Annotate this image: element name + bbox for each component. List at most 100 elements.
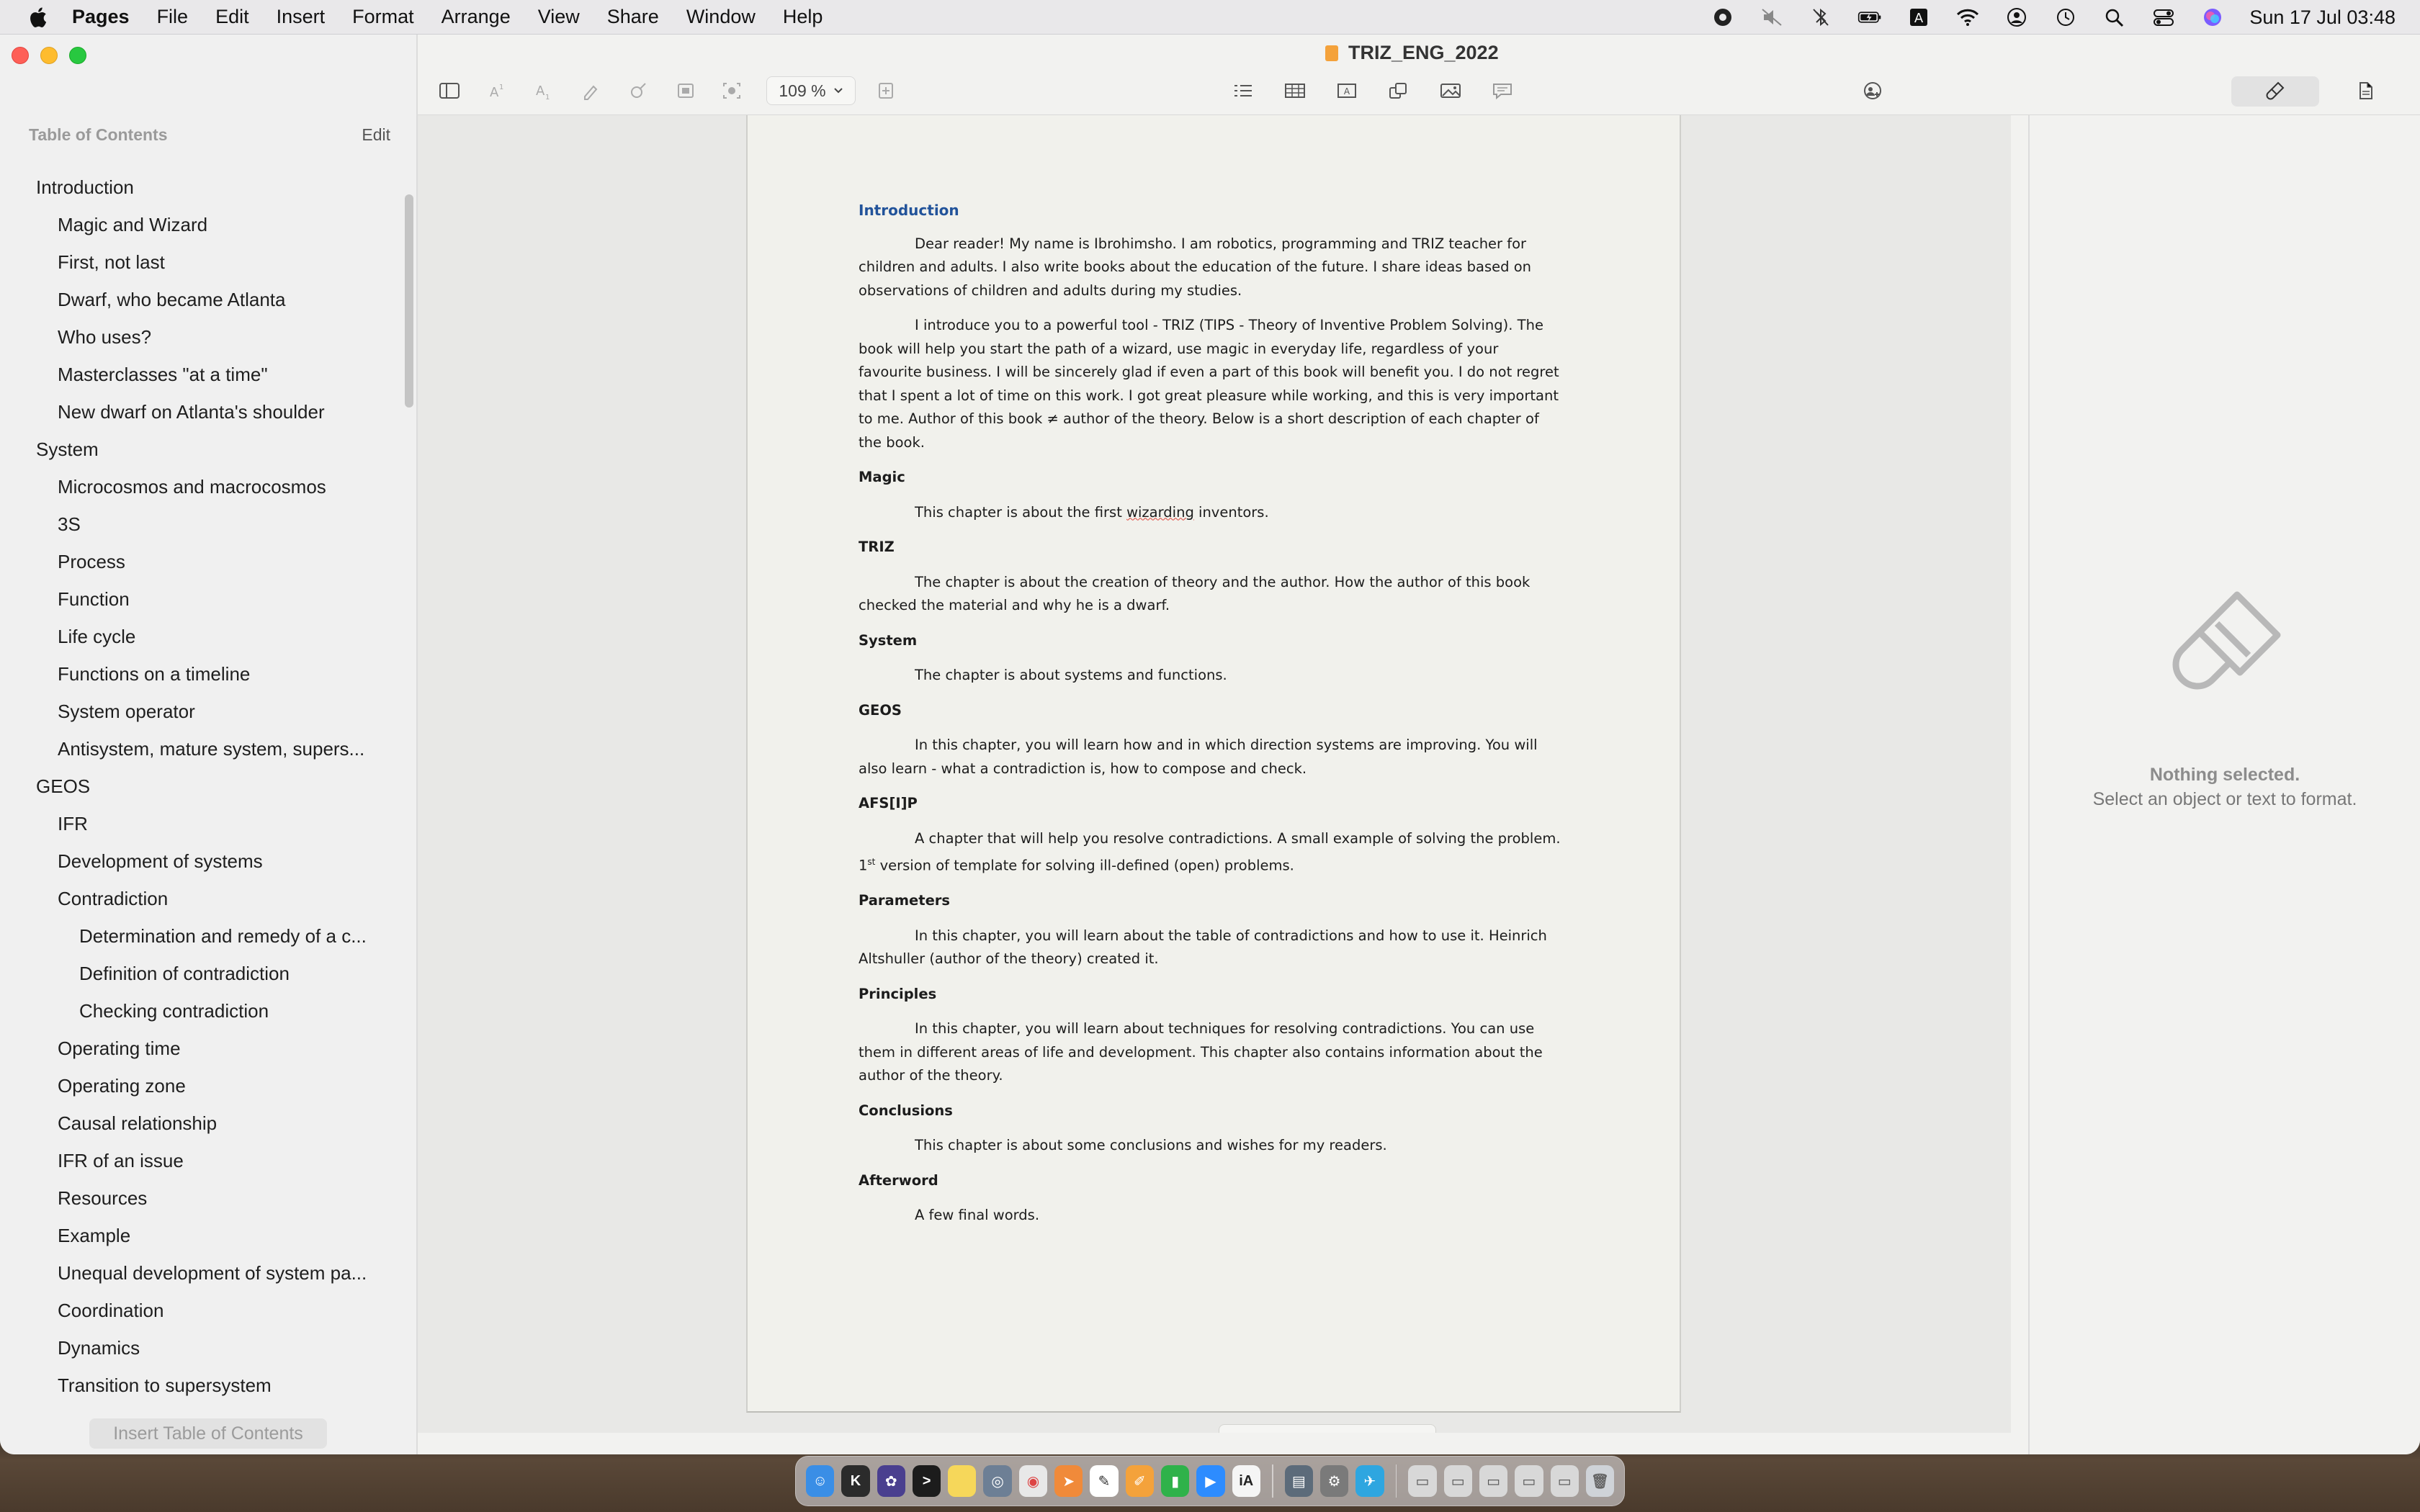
toc-item[interactable]: Transition to supersystem <box>0 1367 403 1404</box>
format-inspector-button[interactable] <box>2231 76 2319 107</box>
recent-document-icon[interactable]: ▭ <box>1550 1465 1579 1497</box>
recent-document-icon[interactable]: ▭ <box>1408 1465 1437 1497</box>
toc-item[interactable]: Microcosmos and macrocosmos <box>0 468 403 505</box>
notes-icon[interactable] <box>948 1465 977 1497</box>
wifi-icon[interactable] <box>1955 6 1980 28</box>
toc-item[interactable]: Dwarf, who became Atlanta <box>0 281 403 318</box>
section-text-afterword[interactable]: A few final words. <box>859 1204 1564 1228</box>
toc-item[interactable]: Example <box>0 1217 403 1254</box>
control-center-icon[interactable] <box>2151 6 2176 28</box>
section-heading-triz[interactable]: TRIZ <box>859 536 1564 559</box>
insert-text-box-icon[interactable]: A <box>1332 79 1361 102</box>
toc-item[interactable]: Resources <box>0 1179 403 1217</box>
toc-edit-button[interactable]: Edit <box>362 125 390 145</box>
apple-menu-icon[interactable] <box>27 6 48 29</box>
finder-icon[interactable]: ☺ <box>806 1465 835 1497</box>
toc-item[interactable]: Dynamics <box>0 1329 403 1367</box>
insert-list-icon[interactable] <box>1229 79 1258 102</box>
toc-item[interactable]: Functions on a timeline <box>0 655 403 693</box>
insert-media-icon[interactable] <box>1436 79 1465 102</box>
numbers-icon[interactable]: ▮ <box>1160 1465 1190 1497</box>
menu-window[interactable]: Window <box>686 6 756 28</box>
section-heading-conclusions[interactable]: Conclusions <box>859 1099 1564 1123</box>
bluetooth-off-icon[interactable] <box>1809 6 1833 28</box>
pen-icon[interactable] <box>624 79 653 102</box>
recent-document-icon[interactable]: ▭ <box>1443 1465 1472 1497</box>
section-text-parameters[interactable]: In this chapter, you will learn about th… <box>859 924 1564 971</box>
menu-help[interactable]: Help <box>783 6 823 28</box>
toc-item[interactable]: Masterclasses "at a time" <box>0 356 403 393</box>
zoom-app-icon[interactable]: ▶ <box>1196 1465 1225 1497</box>
superscript-icon[interactable]: A1 <box>483 79 511 102</box>
trash-icon[interactable]: 🗑 <box>1585 1465 1615 1497</box>
pages-app-icon[interactable]: ✐ <box>1125 1465 1154 1497</box>
highlight-icon[interactable] <box>576 79 605 102</box>
view-sidebar-icon[interactable] <box>435 79 464 102</box>
toc-item[interactable]: Who uses? <box>0 318 403 356</box>
section-heading-system[interactable]: System <box>859 629 1564 653</box>
menu-edit[interactable]: Edit <box>215 6 249 28</box>
intro-heading[interactable]: Introduction <box>859 199 1564 222</box>
section-text-magic[interactable]: This chapter is about the first wizardin… <box>859 501 1564 525</box>
toc-item[interactable]: Operating zone <box>0 1067 403 1104</box>
toc-item[interactable]: System operator <box>0 693 403 730</box>
terminal-icon[interactable]: > <box>912 1465 941 1497</box>
menu-clock[interactable]: Sun 17 Jul 03:48 <box>2249 6 2396 29</box>
toc-item[interactable]: Life cycle <box>0 618 403 655</box>
telegram-icon[interactable]: ✈ <box>1355 1465 1384 1497</box>
document-page[interactable]: Introduction Dear reader! My name is Ibr… <box>746 115 1681 1413</box>
section-text-afsip[interactable]: A chapter that will help you resolve con… <box>859 827 1564 878</box>
menu-view[interactable]: View <box>538 6 580 28</box>
insert-comment-icon[interactable] <box>1488 79 1517 102</box>
collaborate-icon[interactable] <box>1858 79 1887 102</box>
fit-icon[interactable] <box>717 79 746 102</box>
textedit-icon[interactable]: ✎ <box>1090 1465 1119 1497</box>
menu-format[interactable]: Format <box>352 6 414 28</box>
toc-item[interactable]: IFR <box>0 805 403 842</box>
section-text-system[interactable]: The chapter is about systems and functio… <box>859 664 1564 688</box>
toc-item[interactable]: First, not last <box>0 243 403 281</box>
minimize-window-button[interactable] <box>40 47 58 64</box>
toc-item[interactable]: Coordination <box>0 1292 403 1329</box>
section-heading-geos[interactable]: GEOS <box>859 699 1564 723</box>
section-heading-parameters[interactable]: Parameters <box>859 889 1564 913</box>
section-text-conclusions[interactable]: This chapter is about some conclusions a… <box>859 1134 1564 1158</box>
toc-item[interactable]: Process <box>0 543 403 580</box>
recent-document-icon[interactable]: ▭ <box>1479 1465 1508 1497</box>
document-canvas[interactable]: Introduction Dear reader! My name is Ibr… <box>418 115 2011 1433</box>
toc-item[interactable]: Introduction <box>0 168 403 206</box>
toc-item[interactable]: Determination and remedy of a c... <box>0 917 403 955</box>
spotlight-search-icon[interactable] <box>2102 6 2127 28</box>
toc-item[interactable]: 3S <box>0 505 403 543</box>
toc-item[interactable]: Antisystem, mature system, supers... <box>0 730 403 768</box>
toc-item[interactable]: New dwarf on Atlanta's shoulder <box>0 393 403 431</box>
section-text-principles[interactable]: In this chapter, you will learn about te… <box>859 1017 1564 1088</box>
toc-item[interactable]: Checking contradiction <box>0 992 403 1030</box>
image-app-icon[interactable]: ✿ <box>877 1465 905 1497</box>
toc-item[interactable]: IFR of an issue <box>0 1142 403 1179</box>
swift-icon[interactable]: ➤ <box>1054 1465 1083 1497</box>
preview-icon[interactable]: ◎ <box>983 1465 1012 1497</box>
toc-item[interactable]: Function <box>0 580 403 618</box>
document-inspector-icon[interactable] <box>2351 79 2380 102</box>
insert-table-icon[interactable] <box>1281 79 1309 102</box>
menu-arrange[interactable]: Arrange <box>442 6 511 28</box>
menu-insert[interactable]: Insert <box>277 6 326 28</box>
mute-icon[interactable] <box>1760 6 1784 28</box>
time-machine-icon[interactable] <box>2053 6 2078 28</box>
chrome-icon[interactable]: ◉ <box>1018 1465 1048 1497</box>
toc-item[interactable]: Magic and Wizard <box>0 206 403 243</box>
stepper-icon[interactable] <box>1415 1432 1427 1433</box>
subscript-icon[interactable]: A1 <box>529 79 557 102</box>
add-page-icon[interactable] <box>871 79 900 102</box>
battery-charging-icon[interactable] <box>1857 6 1882 28</box>
toc-item[interactable]: System <box>0 431 403 468</box>
user-account-icon[interactable] <box>2004 6 2029 28</box>
menu-file[interactable]: File <box>157 6 189 28</box>
toc-item[interactable]: Development of systems <box>0 842 403 880</box>
ia-writer-icon[interactable]: iA <box>1232 1465 1260 1497</box>
intro-paragraph-1[interactable]: Dear reader! My name is Ibrohimsho. I am… <box>859 233 1564 303</box>
page-body[interactable]: Introduction Dear reader! My name is Ibr… <box>859 199 1564 1239</box>
creative-cloud-icon[interactable] <box>1711 6 1735 28</box>
keynote-k-icon[interactable]: K <box>841 1465 870 1497</box>
